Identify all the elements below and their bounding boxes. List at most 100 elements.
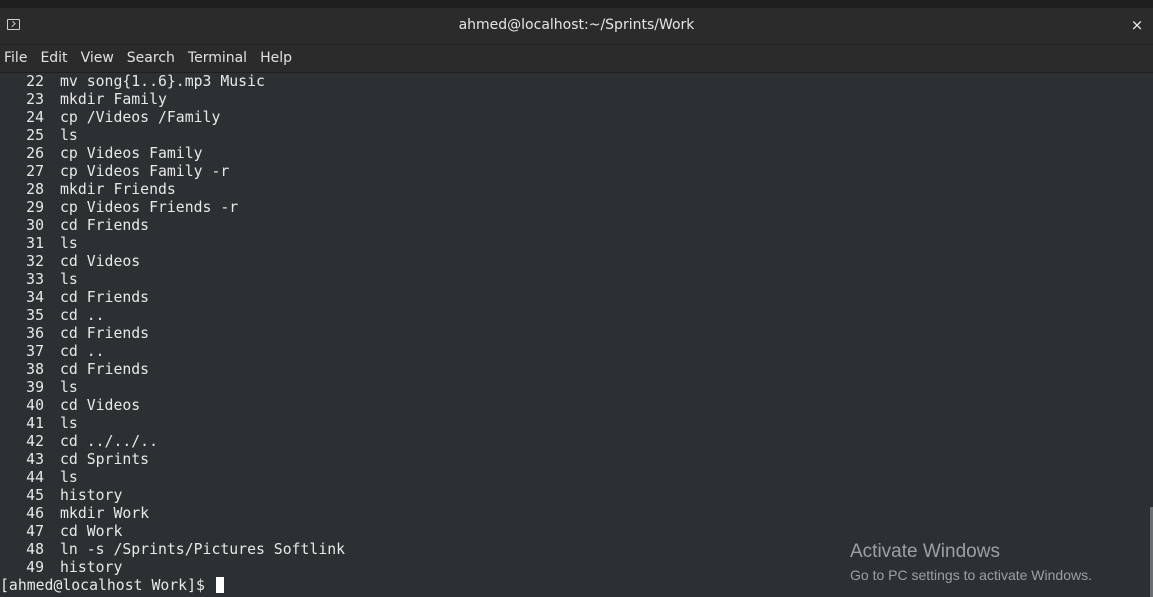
history-number: 41 xyxy=(26,415,44,432)
history-command: ls xyxy=(60,235,78,252)
history-line: 40 cd Videos xyxy=(0,397,1149,415)
terminal-scrollbar[interactable] xyxy=(1149,73,1153,597)
history-line: 42 cd ../../.. xyxy=(0,433,1149,451)
history-command: ls xyxy=(60,271,78,288)
desktop-top-strip xyxy=(0,0,1153,8)
history-number: 31 xyxy=(26,235,44,252)
history-command: cp Videos Friends -r xyxy=(60,199,239,216)
history-line: 41 ls xyxy=(0,415,1149,433)
history-command: cd ../../.. xyxy=(60,433,158,450)
history-line: 30 cd Friends xyxy=(0,217,1149,235)
history-command: cd .. xyxy=(60,307,105,324)
history-line: 31 ls xyxy=(0,235,1149,253)
history-command: cd Friends xyxy=(60,325,150,342)
history-number: 40 xyxy=(26,397,44,414)
menu-help[interactable]: Help xyxy=(254,45,299,72)
menu-search[interactable]: Search xyxy=(121,45,182,72)
history-line: 36 cd Friends xyxy=(0,325,1149,343)
history-number: 45 xyxy=(26,487,44,504)
history-line: 43 cd Sprints xyxy=(0,451,1149,469)
history-command: ls xyxy=(60,469,78,486)
history-line: 23 mkdir Family xyxy=(0,91,1149,109)
history-line: 26 cp Videos Family xyxy=(0,145,1149,163)
history-command: mkdir Family xyxy=(60,91,167,108)
history-command: ln -s /Sprints/Pictures Softlink xyxy=(60,541,346,558)
history-command: cp Videos Family -r xyxy=(60,163,230,180)
history-line: 29 cp Videos Friends -r xyxy=(0,199,1149,217)
history-command: cp /Videos /Family xyxy=(60,109,221,126)
menu-file[interactable]: File xyxy=(0,45,34,72)
history-number: 30 xyxy=(26,217,44,234)
history-number: 44 xyxy=(26,469,44,486)
history-line: 39 ls xyxy=(0,379,1149,397)
history-number: 42 xyxy=(26,433,44,450)
history-command: cp Videos Family xyxy=(60,145,203,162)
history-command: ls xyxy=(60,127,78,144)
history-line: 27 cp Videos Family -r xyxy=(0,163,1149,181)
history-line: 24 cp /Videos /Family xyxy=(0,109,1149,127)
history-command: ls xyxy=(60,379,78,396)
history-command: cd Work xyxy=(60,523,123,540)
history-number: 38 xyxy=(26,361,44,378)
watermark-title: Activate Windows xyxy=(850,541,1000,562)
history-command: mkdir Friends xyxy=(60,181,176,198)
history-number: 32 xyxy=(26,253,44,270)
history-command: mkdir Work xyxy=(60,505,150,522)
text-cursor xyxy=(215,577,224,593)
menu-terminal[interactable]: Terminal xyxy=(182,45,254,72)
history-number: 46 xyxy=(26,505,44,522)
window-titlebar[interactable]: ahmed@localhost:~/Sprints/Work × xyxy=(0,8,1153,45)
history-line: 37 cd .. xyxy=(0,343,1149,361)
history-number: 35 xyxy=(26,307,44,324)
menu-bar: File Edit View Search Terminal Help xyxy=(0,45,1153,73)
history-number: 26 xyxy=(26,145,44,162)
history-line: 45 history xyxy=(0,487,1149,505)
history-number: 25 xyxy=(26,127,44,144)
history-number: 37 xyxy=(26,343,44,360)
history-number: 34 xyxy=(26,289,44,306)
history-command: cd Videos xyxy=(60,397,141,414)
history-line: 32 cd Videos xyxy=(0,253,1149,271)
history-number: 22 xyxy=(26,73,44,90)
history-number: 47 xyxy=(26,523,44,540)
history-number: 39 xyxy=(26,379,44,396)
history-command: cd Friends xyxy=(60,289,150,306)
history-number: 24 xyxy=(26,109,44,126)
history-line: 33 ls xyxy=(0,271,1149,289)
history-line: 28 mkdir Friends xyxy=(0,181,1149,199)
history-line: 25 ls xyxy=(0,127,1149,145)
activate-windows-watermark: Activate Windows Go to PC settings to ac… xyxy=(850,540,1092,586)
history-command: cd Videos xyxy=(60,253,141,270)
window-title: ahmed@localhost:~/Sprints/Work xyxy=(458,17,695,33)
history-command: cd .. xyxy=(60,343,105,360)
watermark-subtitle: Go to PC settings to activate Windows. xyxy=(850,567,1092,583)
history-line: 35 cd .. xyxy=(0,307,1149,325)
history-command: cd Sprints xyxy=(60,451,150,468)
history-line: 22 mv song{1..6}.mp3 Music xyxy=(0,73,1149,91)
history-line: 47 cd Work xyxy=(0,523,1149,541)
history-number: 29 xyxy=(26,199,44,216)
history-number: 48 xyxy=(26,541,44,558)
history-command: cd Friends xyxy=(60,361,150,378)
history-number: 33 xyxy=(26,271,44,288)
history-command: history xyxy=(60,559,123,576)
history-number: 28 xyxy=(26,181,44,198)
history-number: 23 xyxy=(26,91,44,108)
history-command: mv song{1..6}.mp3 Music xyxy=(60,73,265,90)
history-number: 43 xyxy=(26,451,44,468)
prompt-line[interactable]: [ahmed@localhost Work]$ xyxy=(0,577,224,595)
history-number: 27 xyxy=(26,163,44,180)
history-command: cd Friends xyxy=(60,217,150,234)
shell-prompt: [ahmed@localhost Work]$ xyxy=(0,577,214,594)
terminal-output[interactable]: 49 history 48 ln -s /Sprints/Pictures Softl… xyxy=(0,73,1149,597)
menu-view[interactable]: View xyxy=(75,45,121,72)
history-number: 36 xyxy=(26,325,44,342)
close-button[interactable]: × xyxy=(1127,15,1147,35)
history-line: 46 mkdir Work xyxy=(0,505,1149,523)
menu-edit[interactable]: Edit xyxy=(34,45,74,72)
history-number: 49 xyxy=(26,559,44,576)
history-command: history xyxy=(60,487,123,504)
history-command: ls xyxy=(60,415,78,432)
history-line: 34 cd Friends xyxy=(0,289,1149,307)
history-line: 44 ls xyxy=(0,469,1149,487)
